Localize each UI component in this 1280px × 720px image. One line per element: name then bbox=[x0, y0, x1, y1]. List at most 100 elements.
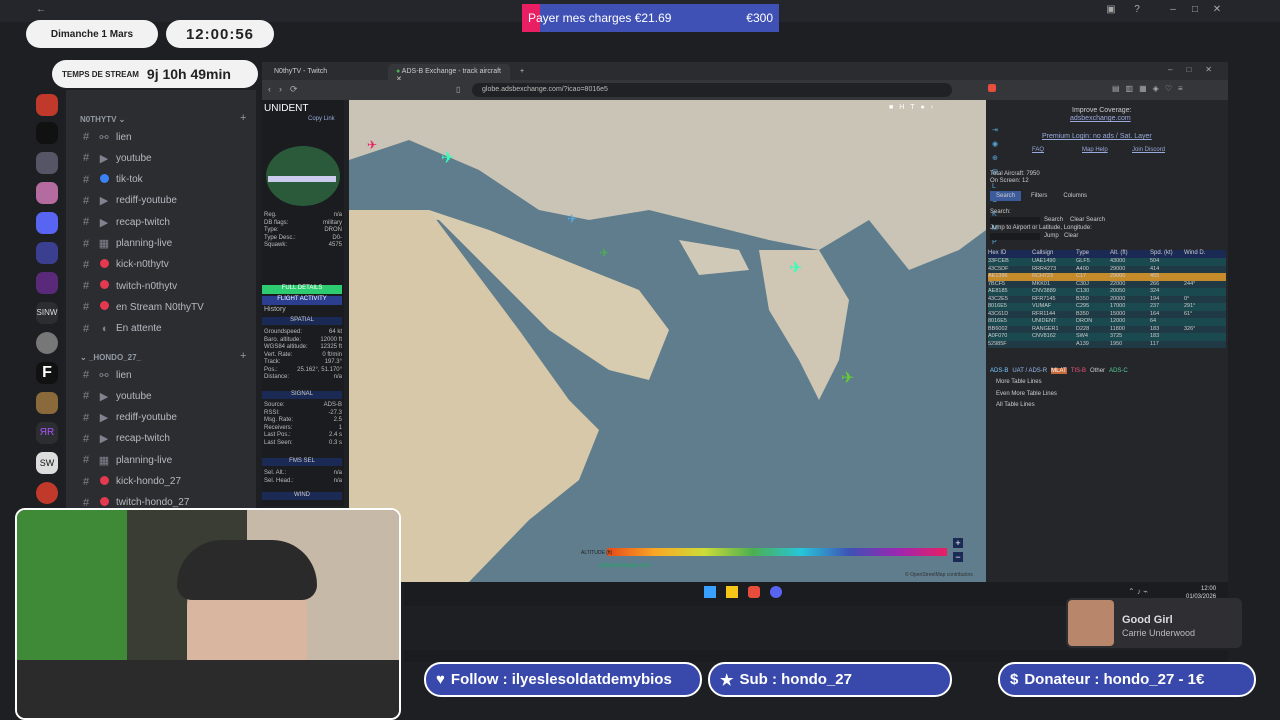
new-tab-icon[interactable]: + bbox=[512, 64, 528, 80]
channel-item[interactable]: # ▶ rediff-youtube bbox=[80, 409, 177, 427]
aircraft-icon[interactable]: ✈ bbox=[367, 138, 377, 152]
zoom-out-button[interactable]: − bbox=[953, 552, 963, 562]
channel-item[interactable]: # ▶ recap-twitch bbox=[80, 213, 170, 231]
table-header[interactable]: Wind D. bbox=[1184, 250, 1224, 258]
category-header[interactable]: ⌄ _HONDO_27_ bbox=[80, 353, 141, 362]
channel-item[interactable]: # kick-n0thytv bbox=[80, 256, 169, 274]
channel-item[interactable]: # ⚯ lien bbox=[80, 366, 132, 384]
server-icon[interactable]: F bbox=[36, 362, 58, 384]
table-header[interactable]: Callsign bbox=[1032, 250, 1076, 258]
channel-item[interactable]: # ▶ youtube bbox=[80, 149, 152, 167]
flight-activity-button[interactable]: FLIGHT ACTIVITY bbox=[262, 296, 342, 305]
start-icon[interactable] bbox=[704, 586, 716, 598]
window-controls[interactable]: –□✕ bbox=[1168, 65, 1226, 74]
add-channel-icon[interactable]: + bbox=[240, 350, 246, 362]
premium-link[interactable]: Premium Login: no ads / Sat. Layer bbox=[1042, 133, 1152, 140]
aircraft-icon[interactable]: ✈ bbox=[841, 368, 854, 388]
discord-icon[interactable] bbox=[770, 586, 782, 598]
search-button[interactable]: Search bbox=[1044, 217, 1063, 223]
flight-map[interactable]: ✈ ✈ ✈ ✈ ✈ ✈ ■HT●› ALTITUDE (ft) adsbexch… bbox=[349, 100, 986, 582]
tab-adsb[interactable]: ● ADS-B Exchange - track aircraft ✕ bbox=[388, 64, 510, 83]
channel-item[interactable]: # ⚯ lien bbox=[80, 128, 132, 146]
channel-item[interactable]: # ▶ recap-twitch bbox=[80, 430, 170, 448]
channel-item[interactable]: # kick-hondo_27 bbox=[80, 473, 181, 491]
minimize-icon[interactable]: – bbox=[1166, 4, 1180, 16]
server-icon[interactable] bbox=[36, 332, 58, 354]
map-layer-buttons[interactable]: ■HT●› bbox=[889, 104, 979, 118]
full-details-button[interactable]: FULL DETAILS bbox=[262, 285, 342, 294]
table-row[interactable]: 8016E5 UNIDENT DRON 12000 64 bbox=[988, 318, 1226, 326]
channel-item[interactable]: # ▶ rediff-youtube bbox=[80, 192, 177, 210]
aircraft-icon[interactable]: ✈ bbox=[441, 148, 454, 168]
table-header[interactable]: Spd. (kt) bbox=[1150, 250, 1184, 258]
all-lines[interactable]: All Table Lines bbox=[996, 402, 1035, 408]
site-link[interactable]: adsbexchange.com bbox=[1070, 115, 1131, 122]
tray-icons[interactable]: ⌃ ♪ ⌁ bbox=[1128, 587, 1148, 596]
close-icon[interactable]: ✕ bbox=[1210, 4, 1224, 16]
table-row[interactable]: 52985F A139 1950 117 bbox=[988, 340, 1226, 348]
add-channel-icon[interactable]: + bbox=[240, 112, 246, 124]
tab-columns[interactable]: Columns bbox=[1057, 191, 1093, 201]
server-icon[interactable] bbox=[36, 122, 58, 144]
table-row[interactable]: AE8185 CNV3889 C130 20050 324 bbox=[988, 288, 1226, 296]
maximize-icon[interactable]: □ bbox=[1188, 4, 1202, 16]
copy-link[interactable]: Copy Link bbox=[308, 116, 335, 122]
channel-item[interactable]: # ▦ planning-live bbox=[80, 451, 172, 469]
folder-icon[interactable] bbox=[726, 586, 738, 598]
table-header[interactable]: Type bbox=[1076, 250, 1110, 258]
channel-item[interactable]: # en Stream N0thyTV bbox=[80, 298, 204, 316]
faq-link[interactable]: FAQ bbox=[1032, 147, 1044, 153]
channel-item[interactable]: # ◖ En attente bbox=[80, 320, 162, 338]
server-icon[interactable] bbox=[36, 242, 58, 264]
search-input[interactable] bbox=[990, 217, 1040, 224]
clear-search-button[interactable]: Clear Search bbox=[1070, 217, 1105, 223]
jump-input[interactable] bbox=[990, 233, 1040, 240]
server-icon-siniw[interactable]: SINW bbox=[36, 302, 58, 324]
zoom-in-button[interactable]: + bbox=[953, 538, 963, 548]
brave-shield-icon[interactable] bbox=[988, 84, 996, 92]
server-icon[interactable] bbox=[36, 182, 58, 204]
discord-link[interactable]: Join Discord bbox=[1132, 147, 1165, 153]
table-row[interactable]: 7BCF5 MKK01 C30J 22000 266 244° bbox=[988, 280, 1226, 288]
table-header[interactable]: Alt. (ft) bbox=[1110, 250, 1150, 258]
more-lines[interactable]: More Table Lines bbox=[996, 379, 1042, 385]
channel-item[interactable]: # ▶ youtube bbox=[80, 387, 152, 405]
channel-item[interactable]: # twitch-n0thytv bbox=[80, 277, 177, 295]
table-row[interactable]: 43C61D RFR1144 B350 15000 164 61° bbox=[988, 310, 1226, 318]
extension-icons[interactable]: ▤▥▦◈♡≡ bbox=[1112, 84, 1189, 93]
clear-jump-button[interactable]: Clear bbox=[1064, 233, 1078, 239]
table-row[interactable]: 43C5DF RRR4273 A400 29000 414 bbox=[988, 265, 1226, 273]
tab-search[interactable]: Search bbox=[990, 191, 1022, 201]
table-row[interactable]: BB6002 RANGER1 D228 11800 183 326° bbox=[988, 325, 1226, 333]
table-row[interactable]: A0F070 CNV8162 SW4 3725 183 bbox=[988, 333, 1226, 341]
brave-icon[interactable] bbox=[748, 586, 760, 598]
server-icon[interactable] bbox=[36, 272, 58, 294]
category-header[interactable]: N0THYTV ⌄ bbox=[80, 115, 125, 124]
server-icon-zhshop[interactable] bbox=[36, 94, 58, 116]
server-icon[interactable] bbox=[36, 212, 58, 234]
bookmark-icon[interactable]: ▯ bbox=[456, 85, 460, 94]
tab-twitch[interactable]: N0thyTV - Twitch bbox=[266, 64, 386, 80]
table-row[interactable]: 43C2E5 RFR7145 B350 20000 194 0° bbox=[988, 295, 1226, 303]
tab-filters[interactable]: Filters bbox=[1025, 191, 1053, 201]
table-row[interactable]: 33FCEB UAE1490 GLF5 43000 504 bbox=[988, 258, 1226, 266]
help-icon[interactable]: ? bbox=[1130, 4, 1144, 16]
table-header[interactable]: Hex ID bbox=[988, 250, 1032, 258]
table-row[interactable]: 8016E5 VUMAF C295 17000 237 291° bbox=[988, 303, 1226, 311]
channel-item[interactable]: # tik-tok bbox=[80, 171, 143, 189]
jump-button[interactable]: Jump bbox=[1044, 233, 1059, 239]
back-icon[interactable]: ← bbox=[34, 4, 48, 16]
nav-buttons[interactable]: ‹›⟳ bbox=[268, 84, 306, 95]
history-label[interactable]: History bbox=[264, 306, 286, 313]
map-help-link[interactable]: Map Help bbox=[1082, 147, 1108, 153]
server-icon[interactable] bbox=[36, 152, 58, 174]
aircraft-icon-selected[interactable]: ✈ bbox=[599, 246, 609, 260]
server-icon[interactable] bbox=[36, 482, 58, 504]
server-icon[interactable]: SW bbox=[36, 452, 58, 474]
table-row[interactable]: AE1396 RCH723 C17 29000 455 bbox=[988, 273, 1226, 281]
server-icon[interactable]: ЯR bbox=[36, 422, 58, 444]
url-field[interactable]: globe.adsbexchange.com/?icao=8016e5 bbox=[472, 83, 952, 97]
channel-item[interactable]: # ▦ planning-live bbox=[80, 235, 172, 253]
server-icon[interactable] bbox=[36, 392, 58, 414]
aircraft-icon[interactable]: ✈ bbox=[567, 212, 577, 226]
